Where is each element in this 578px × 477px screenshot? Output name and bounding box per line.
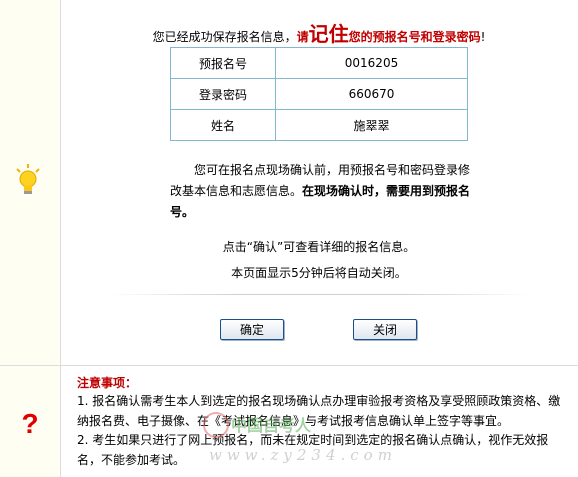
headline-please: 请 xyxy=(296,30,309,44)
row-value: 施翠翠 xyxy=(275,109,468,141)
section-divider xyxy=(0,365,578,366)
row-value: 0016205 xyxy=(275,47,468,79)
success-headline: 您已经成功保存报名信息，请记住您的预报名号和登录密码! xyxy=(60,18,578,47)
table-row: 预报名号 0016205 xyxy=(170,47,468,79)
confirm-button[interactable]: 确定 xyxy=(220,319,284,340)
note-item: 2. 考生如果只进行了网上预报名，而未在规定时间到选定的报名确认点确认，视作无效… xyxy=(77,433,549,467)
headline-end: ! xyxy=(480,30,486,44)
question-mark-icon: ? xyxy=(21,408,38,439)
registration-info-table: 预报名号 0016205 登录密码 660670 姓名 施翠翠 xyxy=(170,47,468,141)
row-value: 660670 xyxy=(275,78,468,110)
svg-text:?: ? xyxy=(21,408,38,439)
auto-close-notice: 本页面显示5分钟后将自动关闭。 xyxy=(231,266,407,280)
table-row: 登录密码 660670 xyxy=(170,78,468,110)
confirm-hint: 点击“确认”可查看详细的报名信息。 xyxy=(222,240,416,254)
row-label: 姓名 xyxy=(170,109,276,141)
divider-line xyxy=(110,294,530,295)
close-button[interactable]: 关闭 xyxy=(353,319,417,340)
headline-remember: 记住 xyxy=(308,22,349,46)
row-label: 登录密码 xyxy=(170,78,276,110)
lightbulb-icon xyxy=(16,164,40,194)
table-row: 姓名 施翠翠 xyxy=(170,109,468,141)
notes-title: 注意事项： xyxy=(77,376,138,390)
login-instructions: 您可在报名点现场确认前，用预报名号和密码登录修改基本信息和志愿信息。在现场确认时… xyxy=(170,160,480,223)
headline-suffix: 您的预报名号和登录密码 xyxy=(348,30,481,44)
note-item: 1. 报名确认需考生本人到选定的报名现场确认点办理审验报考资格及享受照顾政策资格… xyxy=(77,394,561,428)
row-label: 预报名号 xyxy=(170,47,276,79)
headline-prefix: 您已经成功保存报名信息， xyxy=(152,30,297,44)
